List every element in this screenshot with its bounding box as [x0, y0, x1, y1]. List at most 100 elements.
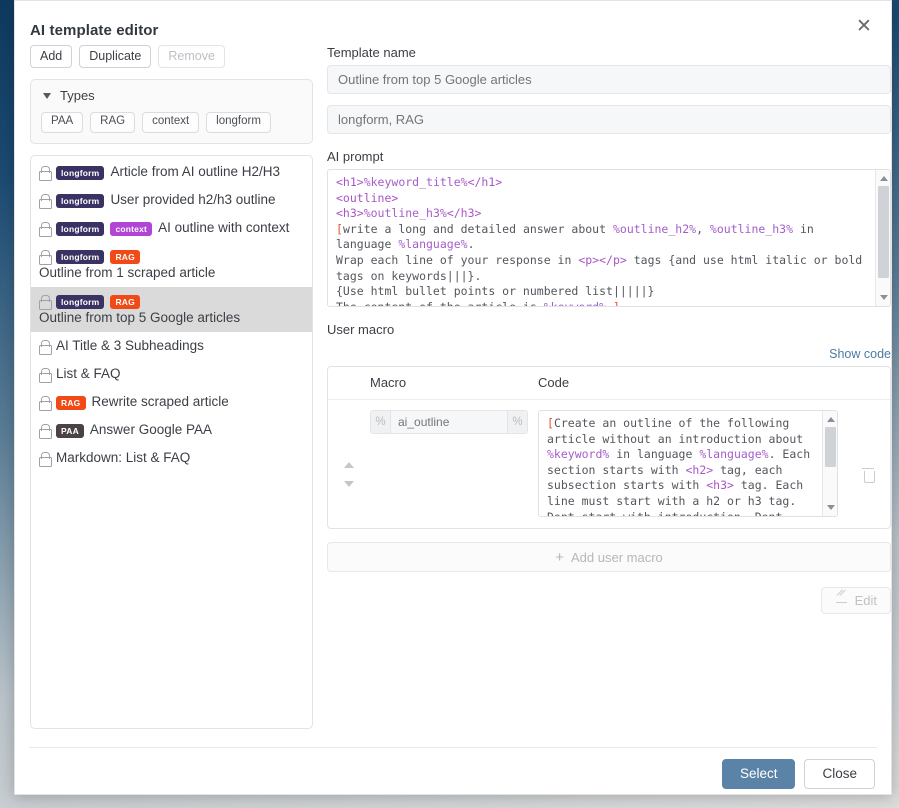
scroll-up-arrow-icon[interactable]: [823, 413, 837, 426]
lock-icon: [39, 294, 52, 310]
list-item-label: Article from AI outline H2/H3: [110, 163, 281, 179]
percent-prefix: %: [371, 411, 391, 433]
list-item[interactable]: List & FAQ: [31, 360, 312, 388]
scroll-down-arrow-icon[interactable]: [823, 501, 837, 514]
type-chip-context[interactable]: context: [142, 112, 200, 133]
list-item-label: User provided h2/h3 outline: [110, 191, 276, 207]
macro-name-field[interactable]: % %: [370, 410, 528, 434]
badge-longform: longform: [56, 221, 105, 236]
left-panel: Add Duplicate Remove Types PAA RAG context…: [30, 45, 313, 729]
select-button[interactable]: Select: [721, 759, 796, 789]
list-item[interactable]: longform Article from AI outline H2/H3: [31, 158, 312, 186]
badge-longform: longform: [56, 249, 105, 264]
move-down-arrow-icon[interactable]: [344, 481, 354, 487]
list-item-label: Rewrite scraped article: [91, 393, 229, 409]
footer-divider: [29, 747, 877, 748]
list-item[interactable]: longform User provided h2/h3 outline: [31, 186, 312, 214]
edit-button: Edit: [820, 587, 891, 614]
edit-row: Edit: [327, 587, 891, 614]
ai-prompt-text: <h1>%keyword_title%</h1> <outline> <h3>%…: [336, 175, 863, 306]
lock-icon: [39, 423, 52, 439]
type-chip-paa[interactable]: PAA: [41, 112, 84, 133]
template-name-input[interactable]: [327, 65, 891, 94]
types-label: Types: [60, 88, 95, 103]
list-item[interactable]: AI Title & 3 Subheadings: [31, 332, 312, 360]
list-item-label: AI outline with context: [158, 219, 290, 235]
ai-prompt-label: AI prompt: [327, 149, 384, 164]
dialog-footer: Select Close: [721, 759, 875, 789]
percent-suffix: %: [507, 411, 527, 433]
list-item-label: Markdown: List & FAQ: [56, 449, 191, 465]
list-item[interactable]: PAA Answer Google PAA: [31, 416, 312, 444]
types-filter-panel: Types PAA RAG context longform: [30, 79, 313, 144]
ai-template-editor-dialog: AI template editor ✕ Add Duplicate Remov…: [14, 0, 892, 795]
scroll-down-arrow-icon[interactable]: [876, 291, 890, 304]
table-row: % % [Create an outline of the following …: [328, 400, 890, 528]
macro-code-textarea[interactable]: [Create an outline of the following arti…: [538, 410, 838, 517]
badge-rag: RAG: [56, 395, 86, 410]
template-name-label: Template name: [327, 45, 416, 60]
right-panel: Template name AI prompt <h1>%keyword_tit…: [327, 45, 891, 614]
close-button[interactable]: Close: [804, 759, 875, 789]
dialog-title: AI template editor: [30, 22, 159, 39]
scrollbar-thumb[interactable]: [878, 186, 889, 278]
template-tags-input[interactable]: [327, 105, 891, 134]
badge-paa: PAA: [56, 423, 84, 438]
user-macro-header: Show code: [327, 342, 891, 361]
show-code-link[interactable]: Show code: [829, 347, 891, 361]
list-item[interactable]: longform context AI outline with context: [31, 214, 312, 242]
plus-icon: +: [555, 548, 564, 566]
list-item[interactable]: RAG Rewrite scraped article: [31, 388, 312, 416]
trash-icon[interactable]: [862, 467, 875, 483]
edit-button-label: Edit: [854, 593, 877, 608]
ai-prompt-textarea[interactable]: <h1>%keyword_title%</h1> <outline> <h3>%…: [327, 169, 891, 307]
add-user-macro-button[interactable]: + Add user macro: [327, 542, 891, 572]
badge-rag: RAG: [110, 294, 140, 309]
lock-icon: [39, 451, 52, 467]
badge-rag: RAG: [110, 249, 140, 264]
lock-icon: [39, 221, 52, 237]
list-item[interactable]: longform RAG Outline from top 5 Google art…: [31, 286, 312, 332]
type-chip-longform[interactable]: longform: [206, 112, 271, 133]
list-item-label: Outline from 1 scraped article: [39, 264, 216, 280]
list-item-label: AI Title & 3 Subheadings: [56, 337, 204, 353]
macro-name-input[interactable]: [391, 411, 507, 433]
template-toolbar: Add Duplicate Remove: [30, 45, 313, 68]
column-header-code: Code: [538, 375, 570, 390]
pencil-icon: [835, 594, 848, 607]
close-icon[interactable]: ✕: [851, 13, 877, 39]
type-chip-list: PAA RAG context longform: [41, 112, 302, 133]
types-toggle[interactable]: Types: [41, 88, 302, 103]
remove-button: Remove: [158, 45, 225, 68]
user-macro-label: User macro: [327, 322, 395, 337]
scrollbar-thumb[interactable]: [825, 427, 836, 467]
lock-icon: [39, 193, 52, 209]
lock-icon: [39, 367, 52, 383]
badge-longform: longform: [56, 294, 105, 309]
row-reorder-controls: [328, 410, 370, 517]
user-macro-table: Macro Code % % [Create an: [327, 366, 891, 529]
macro-code-scrollbar[interactable]: [822, 411, 837, 516]
template-list[interactable]: longform Article from AI outline H2/H3 lon…: [30, 154, 313, 729]
type-chip-rag[interactable]: RAG: [90, 112, 136, 133]
scroll-up-arrow-icon[interactable]: [876, 172, 890, 185]
badge-longform: longform: [56, 165, 105, 180]
add-user-macro-label: Add user macro: [571, 549, 663, 565]
list-item[interactable]: longform RAG Outline from 1 scraped articl…: [31, 242, 312, 287]
lock-icon: [39, 395, 52, 411]
macro-name-cell: % %: [370, 410, 538, 517]
table-header-row: Macro Code: [328, 367, 890, 400]
list-item[interactable]: Markdown: List & FAQ: [31, 444, 312, 472]
chevron-down-icon: [43, 92, 51, 99]
macro-code-text: [Create an outline of the following arti…: [547, 416, 818, 516]
lock-icon: [39, 165, 52, 181]
delete-macro-cell: [846, 410, 890, 517]
duplicate-button[interactable]: Duplicate: [79, 45, 152, 68]
badge-longform: longform: [56, 193, 105, 208]
move-up-arrow-icon[interactable]: [344, 462, 354, 468]
add-button[interactable]: Add: [30, 45, 73, 68]
ai-prompt-scrollbar[interactable]: [875, 170, 890, 306]
list-item-label: Answer Google PAA: [89, 421, 212, 437]
list-item-label: Outline from top 5 Google articles: [39, 309, 241, 325]
macro-code-cell: [Create an outline of the following arti…: [538, 410, 846, 517]
